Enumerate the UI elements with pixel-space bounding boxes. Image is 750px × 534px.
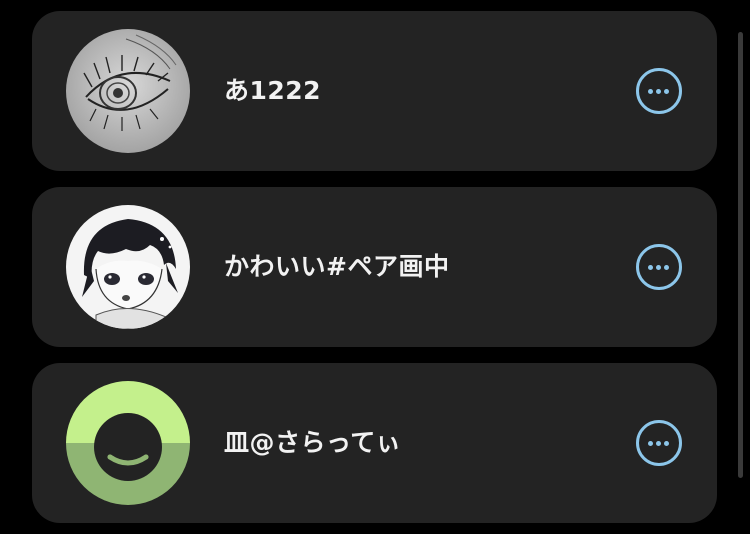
user-avatar[interactable] [66,29,190,153]
user-name: あ1222 [224,76,322,105]
scrollbar[interactable] [738,32,743,478]
sketch-eye-avatar-image [66,29,190,153]
user-name: かわいい#ペア画中 [224,252,450,281]
user-avatar[interactable] [66,381,190,505]
more-dot [656,89,661,94]
user-name: 皿@さらってぃ [224,428,402,457]
anime-boy-avatar-image [66,205,190,329]
more-dot [664,265,669,270]
more-dot [656,441,661,446]
more-dot [656,265,661,270]
more-horizontal-icon [648,89,653,94]
smiley-ring-avatar-image [66,381,190,505]
more-options-button[interactable] [636,68,682,114]
user-row[interactable]: かわいい#ペア画中 [32,187,717,347]
more-horizontal-icon [648,441,653,446]
more-options-button[interactable] [636,244,682,290]
more-dot [664,89,669,94]
user-row[interactable]: あ1222 [32,11,717,171]
more-horizontal-icon [648,265,653,270]
user-row[interactable]: 皿@さらってぃ [32,363,717,523]
user-list: あ1222 かわいい#ペア画中 皿@さらってぃ [0,0,750,534]
more-dot [664,441,669,446]
user-avatar[interactable] [66,205,190,329]
more-options-button[interactable] [636,420,682,466]
